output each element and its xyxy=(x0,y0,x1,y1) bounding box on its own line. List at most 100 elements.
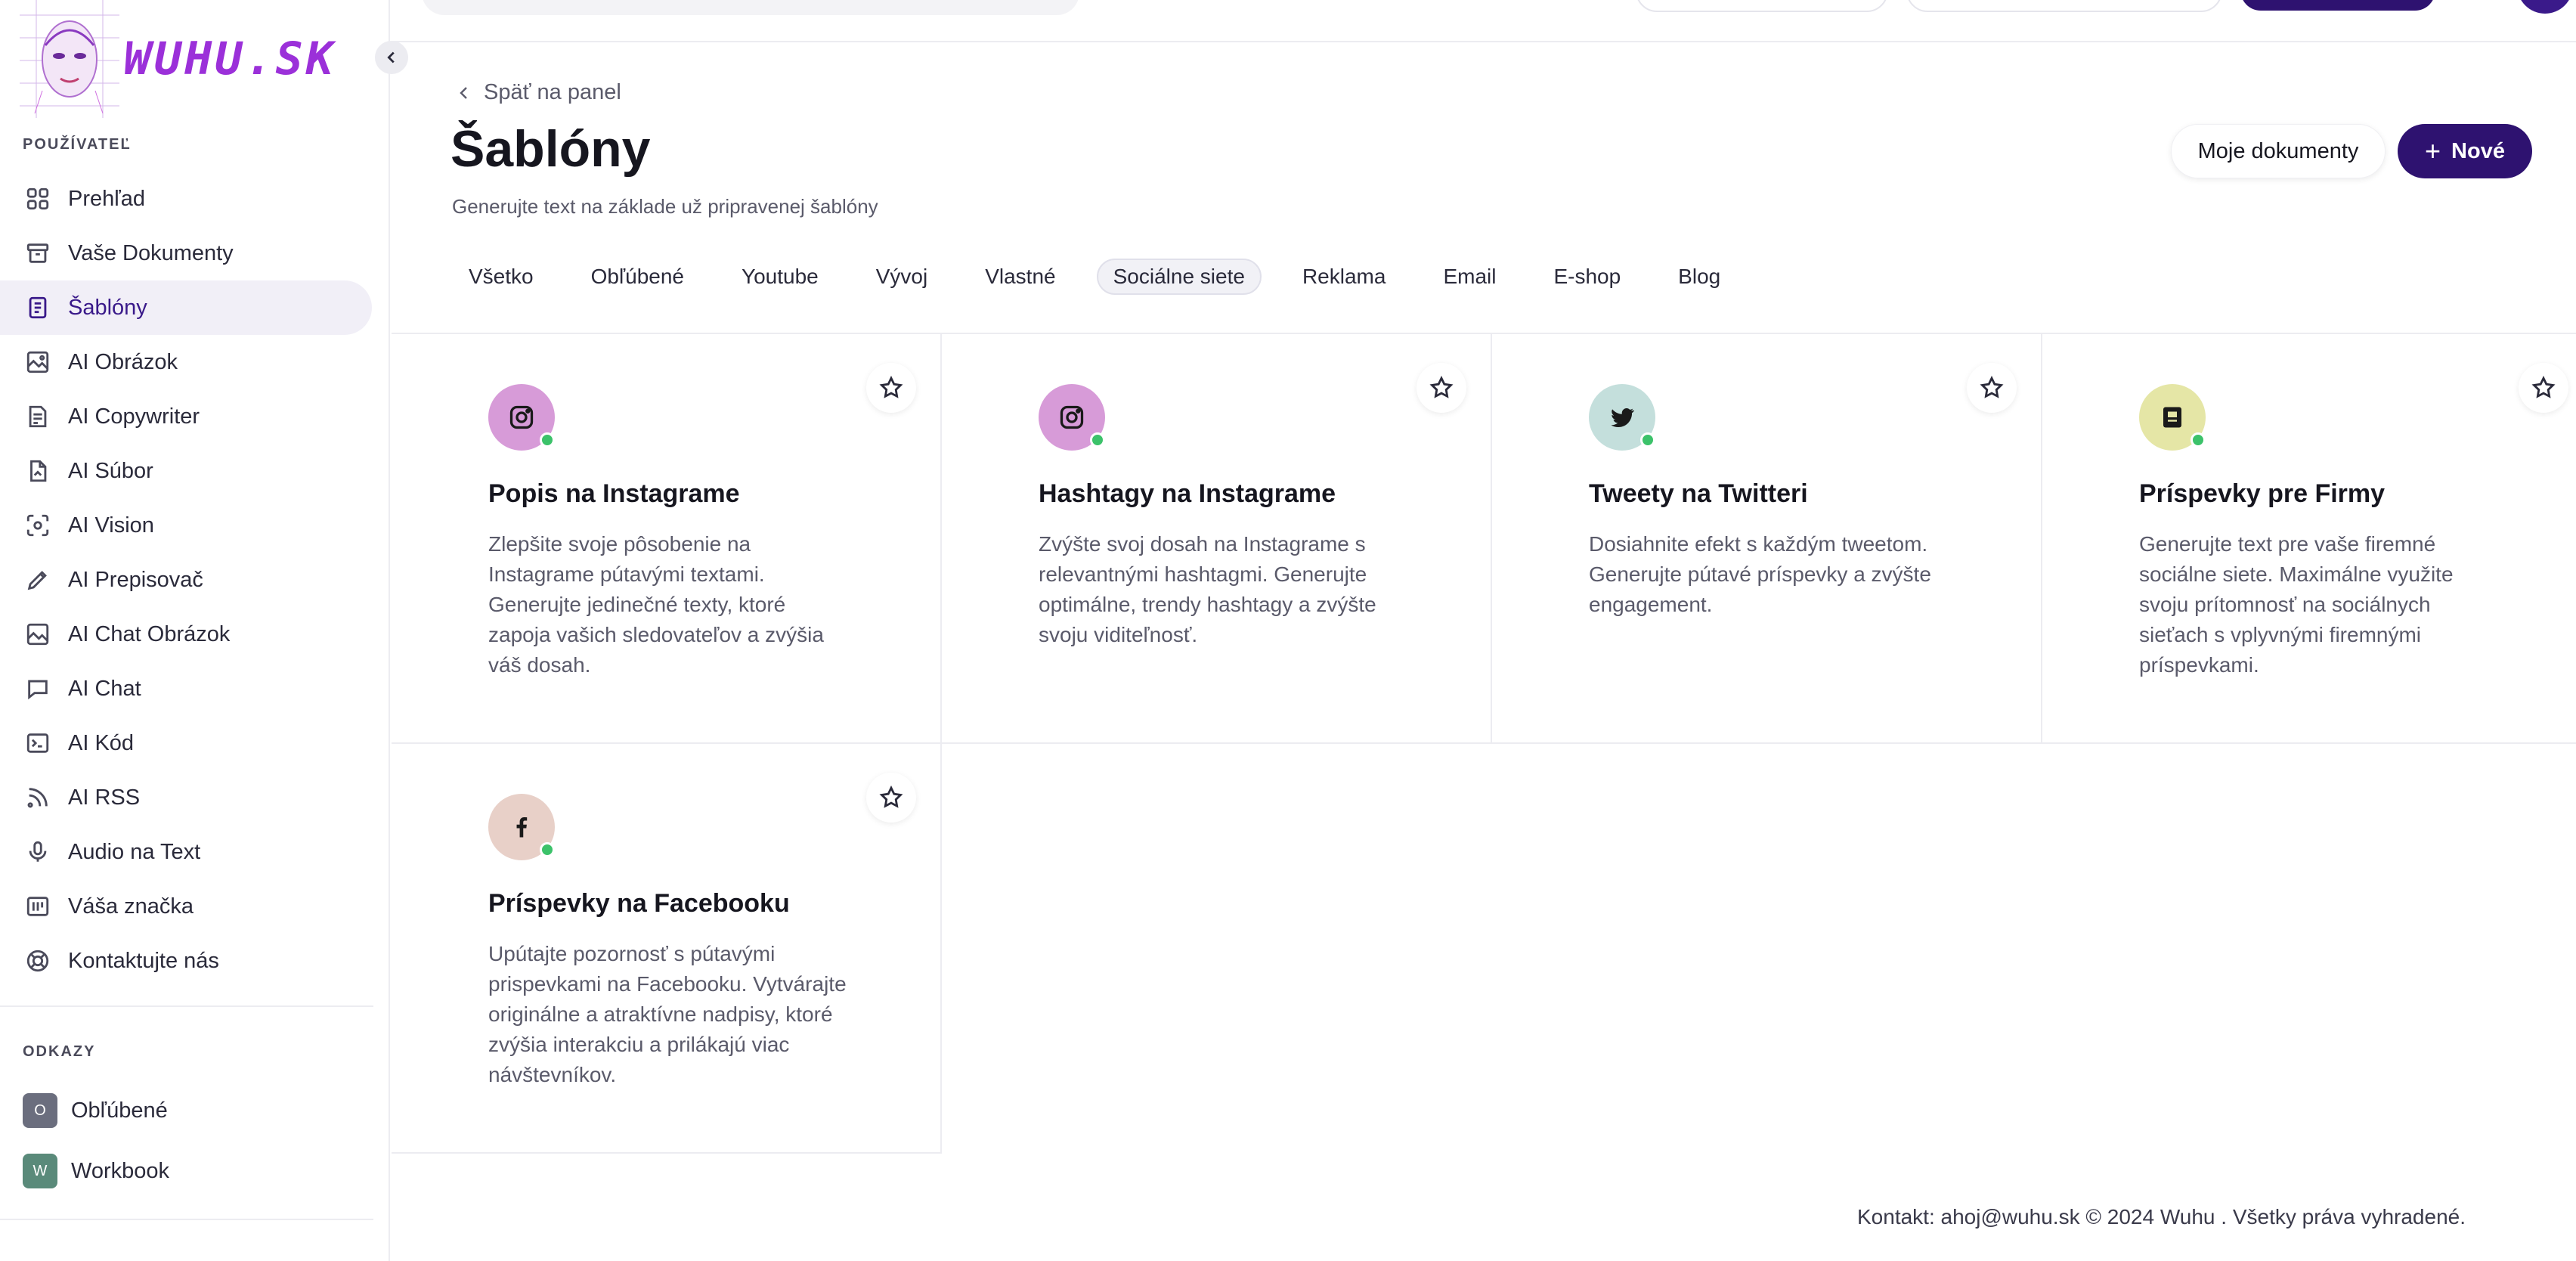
tab-vlastne[interactable]: Vlastné xyxy=(968,259,1072,295)
facebook-icon xyxy=(488,794,555,860)
star-icon xyxy=(2531,375,2556,398)
sidebar-item-label: Vaše Dokumenty xyxy=(68,240,234,265)
business-icon xyxy=(2139,384,2206,451)
template-card[interactable]: Popis na Instagrame Zlepšite svoje pôsob… xyxy=(392,334,942,744)
logo-text: WUHU.SK xyxy=(124,33,336,85)
section-label-links: ODKAZY xyxy=(23,1043,96,1060)
category-tabs: Všetko Obľúbené Youtube Vývoj Vlastné So… xyxy=(452,259,1761,295)
tab-blog[interactable]: Blog xyxy=(1661,259,1737,295)
card-title: Hashtagy na Instagrame xyxy=(1039,479,1336,508)
template-card[interactable]: Príspevky na Facebooku Upútajte pozornos… xyxy=(392,744,942,1154)
sidebar-divider-bottom xyxy=(0,1219,373,1220)
favorite-button[interactable] xyxy=(1416,363,1466,413)
rss-icon xyxy=(24,784,51,811)
favorite-button[interactable] xyxy=(866,773,916,823)
template-card[interactable]: Tweety na Twitteri Dosiahnite efekt s ka… xyxy=(1492,334,2042,744)
sidebar-item-ai-obrazok[interactable]: AI Obrázok xyxy=(0,335,372,389)
search-input[interactable] xyxy=(422,0,1079,15)
sidebar-item-dokumenty[interactable]: Vaše Dokumenty xyxy=(0,226,372,280)
archive-icon xyxy=(24,240,51,267)
card-description: Upútajte pozornosť s pútavými prispevkam… xyxy=(488,942,847,1086)
sidebar: WUHU.SK POUŽÍVATEĽ Prehľad Vaše Dokument… xyxy=(0,0,390,1261)
status-dot xyxy=(1640,432,1655,448)
sidebar-item-ai-prepisovac[interactable]: AI Prepisovač xyxy=(0,553,372,607)
top-bar-pill-1[interactable] xyxy=(1636,0,1888,12)
sidebar-item-label: Audio na Text xyxy=(68,839,201,864)
back-link[interactable]: Späť na panel xyxy=(455,80,621,105)
dashboard-icon xyxy=(24,185,51,212)
sidebar-item-audio-na-text[interactable]: Audio na Text xyxy=(0,825,372,879)
avatar[interactable] xyxy=(2517,0,2573,14)
favorite-button[interactable] xyxy=(2519,363,2568,413)
sidebar-item-label: AI Kód xyxy=(68,730,135,755)
sidebar-item-prehlad[interactable]: Prehľad xyxy=(0,172,372,226)
link-label: Obľúbené xyxy=(71,1098,168,1123)
sidebar-item-ai-kod[interactable]: AI Kód xyxy=(0,716,372,770)
sidebar-item-ai-chat-obrazok[interactable]: AI Chat Obrázok xyxy=(0,607,372,661)
link-badge: O xyxy=(23,1093,57,1128)
card-description: Zvýšte svoj dosah na Instagrame s releva… xyxy=(1039,532,1376,646)
link-item-oblubene[interactable]: O Obľúbené xyxy=(23,1093,168,1128)
chevron-left-icon xyxy=(460,86,467,99)
link-item-workbook[interactable]: W Workbook xyxy=(23,1154,169,1188)
sidebar-item-ai-chat[interactable]: AI Chat xyxy=(0,661,372,716)
tab-oblubene[interactable]: Obľúbené xyxy=(574,259,701,295)
new-button[interactable]: + Nové xyxy=(2398,124,2532,178)
sidebar-item-label: Prehľad xyxy=(68,186,145,211)
twitter-icon xyxy=(1589,384,1655,451)
favorite-button[interactable] xyxy=(866,363,916,413)
footer-text: Kontakt: ahoj@wuhu.sk © 2024 Wuhu . Všet… xyxy=(1857,1205,2466,1228)
sidebar-nav: Prehľad Vaše Dokumenty Šablóny AI Obrázo… xyxy=(0,172,390,988)
template-card[interactable]: Príspevky pre Firmy Generujte text pre v… xyxy=(2042,334,2576,744)
top-bar-pill-2[interactable] xyxy=(1906,0,2222,12)
sidebar-item-ai-copywriter[interactable]: AI Copywriter xyxy=(0,389,372,444)
chevron-left-icon xyxy=(387,51,395,64)
page-title: Šablóny xyxy=(450,120,651,178)
sidebar-item-sablony[interactable]: Šablóny xyxy=(0,280,372,335)
sidebar-item-ai-subor[interactable]: AI Súbor xyxy=(0,444,372,498)
copywriter-icon xyxy=(24,403,51,430)
card-description: Dosiahnite efekt s každým tweetom. Gener… xyxy=(1589,532,1931,616)
logo-face-graphic xyxy=(20,0,119,118)
logo[interactable]: WUHU.SK xyxy=(20,0,333,118)
tab-email[interactable]: Email xyxy=(1426,259,1512,295)
chat-icon xyxy=(24,675,51,702)
instagram-icon xyxy=(488,384,555,451)
sidebar-divider xyxy=(0,1005,373,1007)
sidebar-item-kontakt[interactable]: Kontaktujte nás xyxy=(0,934,372,988)
status-dot xyxy=(2191,432,2206,448)
tab-vsetko[interactable]: Všetko xyxy=(452,259,550,295)
sidebar-item-label: Šablóny xyxy=(68,295,147,320)
microphone-icon xyxy=(24,838,51,866)
plus-icon: + xyxy=(2425,135,2441,166)
sidebar-item-ai-vision[interactable]: AI Vision xyxy=(0,498,372,553)
tab-eshop[interactable]: E-shop xyxy=(1537,259,1637,295)
sidebar-item-label: AI RSS xyxy=(68,785,141,810)
sidebar-item-label: AI Súbor xyxy=(68,458,153,483)
my-documents-button[interactable]: Moje dokumenty xyxy=(2171,124,2386,178)
sidebar-collapse-button[interactable] xyxy=(375,41,408,74)
sidebar-item-label: Kontaktujte nás xyxy=(68,948,219,973)
tab-reklama[interactable]: Reklama xyxy=(1286,259,1402,295)
terminal-icon xyxy=(24,730,51,757)
tab-youtube[interactable]: Youtube xyxy=(725,259,835,295)
sidebar-item-label: AI Copywriter xyxy=(68,404,200,429)
template-card[interactable]: Hashtagy na Instagrame Zvýšte svoj dosah… xyxy=(942,334,1492,744)
status-dot xyxy=(540,432,555,448)
tab-socialne-siete[interactable]: Sociálne siete xyxy=(1096,259,1262,295)
sidebar-item-vasa-znacka[interactable]: Váša značka xyxy=(0,879,372,934)
link-badge: W xyxy=(23,1154,57,1188)
section-label-user: POUŽÍVATEĽ xyxy=(23,136,132,153)
top-bar-primary-button[interactable] xyxy=(2240,0,2435,11)
favorite-button[interactable] xyxy=(1967,363,2017,413)
link-label: Workbook xyxy=(71,1158,170,1183)
star-icon xyxy=(879,375,903,398)
tab-vyvoj[interactable]: Vývoj xyxy=(859,259,944,295)
sidebar-item-ai-rss[interactable]: AI RSS xyxy=(0,770,372,825)
sidebar-item-label: AI Prepisovač xyxy=(68,567,203,592)
vision-icon xyxy=(24,512,51,539)
card-title: Príspevky pre Firmy xyxy=(2139,479,2386,508)
card-description: Zlepšite svoje pôsobenie na Instagrame p… xyxy=(488,532,824,677)
pencil-icon xyxy=(24,566,51,593)
file-icon xyxy=(24,457,51,485)
